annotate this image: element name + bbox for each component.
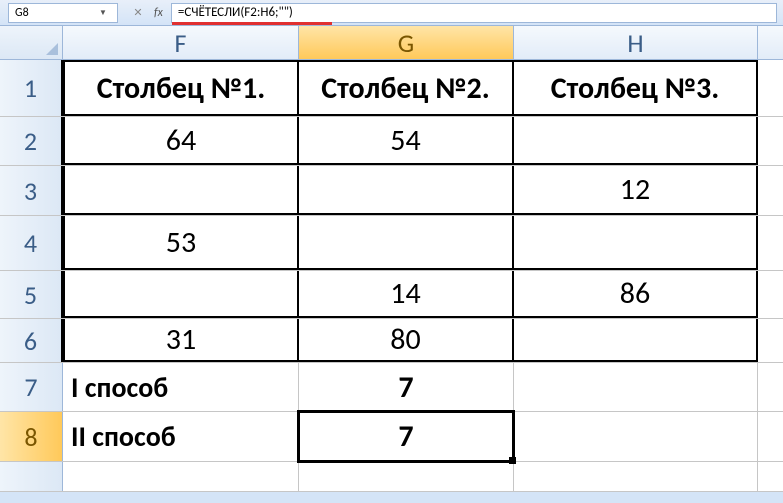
fx-label[interactable]: fx <box>152 6 165 20</box>
cell-H3[interactable]: 12 <box>514 166 758 215</box>
table-row: 3 12 <box>0 166 783 216</box>
table-row: 8 II способ 7 <box>0 412 783 462</box>
cell-H8[interactable] <box>514 412 758 461</box>
formula-text: =СЧЁТЕСЛИ(F2:H6;"") <box>178 5 293 20</box>
cell-H7[interactable] <box>514 363 758 411</box>
spreadsheet-grid: F G H 1 Столбец №1. Столбец №2. Столбец … <box>0 26 783 492</box>
cell-F2[interactable]: 64 <box>63 117 299 165</box>
name-box-value: G8 <box>15 6 95 20</box>
column-headers: F G H <box>0 26 783 60</box>
cell-G7[interactable]: 7 <box>299 363 514 411</box>
cell-H6[interactable] <box>514 319 758 362</box>
cell-G2[interactable]: 54 <box>299 117 514 165</box>
formula-input[interactable]: =СЧЁТЕСЛИ(F2:H6;"") <box>171 3 777 23</box>
row-header-9[interactable] <box>0 462 63 491</box>
row-header-2[interactable]: 2 <box>0 117 63 165</box>
table-row: 4 53 <box>0 216 783 271</box>
active-cell-outline <box>297 410 515 463</box>
row-header-6[interactable]: 6 <box>0 319 63 362</box>
column-header-H[interactable]: H <box>514 26 758 59</box>
cell-G3[interactable] <box>299 166 514 215</box>
row-header-1[interactable]: 1 <box>0 60 63 116</box>
cell-F3[interactable] <box>63 166 299 215</box>
cancel-icon[interactable]: ✕ <box>128 3 148 23</box>
select-all-corner[interactable] <box>0 26 63 59</box>
cell-H2[interactable] <box>514 117 758 165</box>
row-header-7[interactable]: 7 <box>0 363 63 411</box>
highlight-underline <box>172 22 332 25</box>
cell-H4[interactable] <box>514 216 758 270</box>
cell-F4[interactable]: 53 <box>63 216 299 270</box>
table-row: 2 64 54 <box>0 117 783 166</box>
column-header-F[interactable]: F <box>63 26 299 59</box>
table-row: 5 14 86 <box>0 271 783 319</box>
formula-bar: G8 ▼ ✕ fx =СЧЁТЕСЛИ(F2:H6;"") <box>0 0 783 26</box>
cell-G5[interactable]: 14 <box>299 271 514 318</box>
cell-F9[interactable] <box>63 462 299 491</box>
table-row: 1 Столбец №1. Столбец №2. Столбец №3. <box>0 60 783 117</box>
name-box-dropdown-icon[interactable]: ▼ <box>95 4 111 22</box>
table-row: 7 I способ 7 <box>0 363 783 412</box>
row-header-3[interactable]: 3 <box>0 166 63 215</box>
cell-G4[interactable] <box>299 216 514 270</box>
rows-container: 1 Столбец №1. Столбец №2. Столбец №3. 2 … <box>0 60 783 363</box>
rows-lower: 7 I способ 7 8 II способ 7 <box>0 363 783 492</box>
cell-H5[interactable]: 86 <box>514 271 758 318</box>
name-box[interactable]: G8 ▼ <box>8 3 118 23</box>
cell-H9[interactable] <box>514 462 758 491</box>
cell-F7[interactable]: I способ <box>63 363 299 411</box>
column-header-G[interactable]: G <box>299 26 514 59</box>
cell-G6[interactable]: 80 <box>299 319 514 362</box>
table-row <box>0 462 783 492</box>
cell-G8[interactable]: 7 <box>299 412 514 461</box>
table-row: 6 31 80 <box>0 319 783 363</box>
cell-H1[interactable]: Столбец №3. <box>514 60 758 116</box>
cell-G9[interactable] <box>299 462 514 491</box>
cell-F1[interactable]: Столбец №1. <box>63 60 299 116</box>
cell-F5[interactable] <box>63 271 299 318</box>
cell-F8[interactable]: II способ <box>63 412 299 461</box>
row-header-4[interactable]: 4 <box>0 216 63 270</box>
row-header-8[interactable]: 8 <box>0 412 63 461</box>
row-header-5[interactable]: 5 <box>0 271 63 318</box>
formula-controls: ✕ fx <box>122 3 171 23</box>
cell-G1[interactable]: Столбец №2. <box>299 60 514 116</box>
cell-F6[interactable]: 31 <box>63 319 299 362</box>
